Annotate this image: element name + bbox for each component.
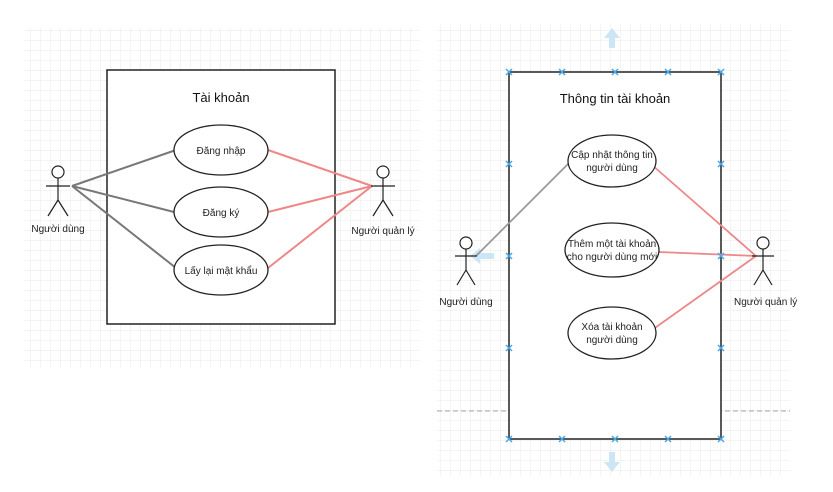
left-diagram: Tài khoản Đăng nhập Đăng ký Lấy lại mật …	[24, 28, 420, 368]
left-usecase-login-label: Đăng nhập	[197, 146, 246, 157]
left-actor-admin-label: Người quản lý	[351, 226, 414, 237]
right-usecase-delete-line2: người dùng	[586, 335, 638, 346]
left-usecase-register-label: Đăng ký	[203, 208, 240, 219]
right-usecase-add-line2: cho người dùng mới	[567, 252, 657, 263]
right-actor-user-label: Người dùng	[439, 297, 492, 308]
right-usecase-add-line1: Thêm một tài khoản	[568, 239, 656, 250]
right-usecase-delete-line1: Xóa tài khoản	[581, 322, 642, 333]
left-actor-user-label: Người dùng	[31, 224, 84, 235]
diagram-canvas: Tài khoản Đăng nhập Đăng ký Lấy lại mật …	[24, 24, 797, 476]
right-system-title: Thông tin tài khoản	[560, 91, 671, 106]
left-system-title: Tài khoản	[192, 90, 249, 105]
right-usecase-add-account[interactable]	[564, 222, 660, 278]
right-actor-admin-label: Người quản lý	[734, 297, 797, 308]
right-usecase-update-line2: người dùng	[586, 163, 638, 174]
right-usecase-update-line1: Cập nhật thông tin	[571, 150, 653, 161]
right-diagram: Thông tin tài khoản Cập nhật thông tin n…	[437, 24, 797, 476]
left-usecase-recover-label: Lấy lại mật khẩu	[185, 265, 258, 277]
right-usecase-update-info[interactable]	[567, 134, 657, 188]
right-usecase-delete-account[interactable]	[567, 306, 657, 360]
